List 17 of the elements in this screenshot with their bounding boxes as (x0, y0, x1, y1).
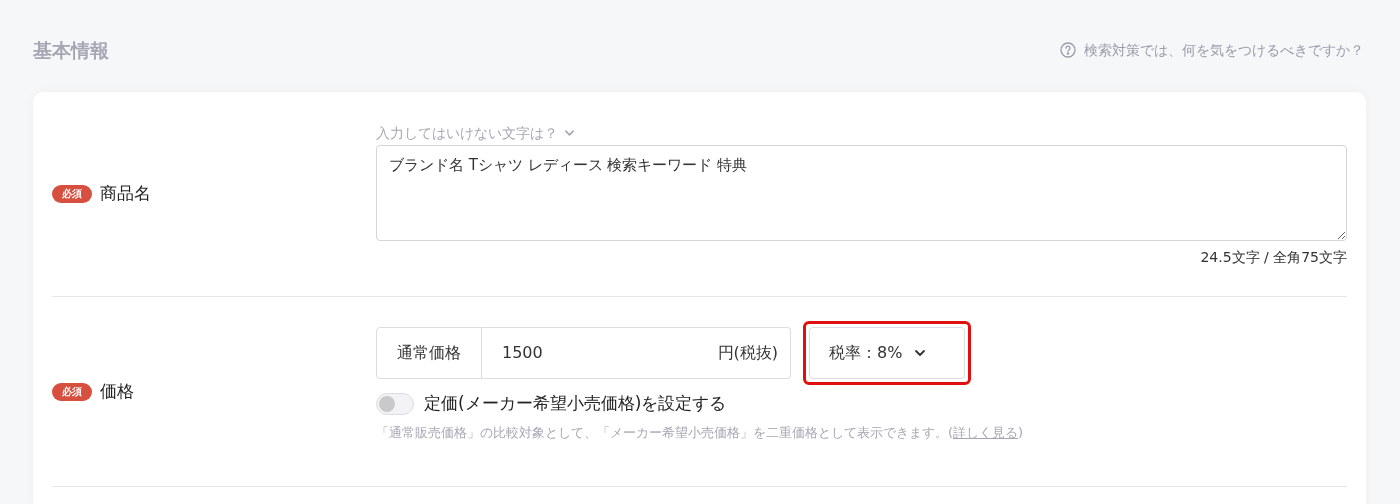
required-badge: 必須 (52, 185, 92, 203)
field-label: 価格 (100, 379, 134, 403)
section-title: 基本情報 (33, 37, 109, 63)
toggle-switch[interactable] (376, 392, 414, 415)
toggle-label: 定価(メーカー希望小売価格)を設定する (424, 392, 727, 415)
currency-unit: 円(税抜) (717, 342, 779, 364)
price-field[interactable]: 1500 円(税抜) (482, 327, 791, 379)
field-label: 商品名 (100, 182, 151, 206)
character-counter: 24.5文字 / 全角75文字 (1199, 248, 1347, 267)
product-name-field[interactable]: ブランド名 Tシャツ レディース 検索キーワード 特典 (376, 145, 1347, 241)
chevron-down-icon (914, 349, 927, 357)
chevron-down-icon (564, 129, 575, 137)
help-text: 「通常販売価格」の比較対象として、「メーカー希望小売価格」を二重価格として表示できます。(詳しく見る) (376, 423, 1025, 442)
required-badge: 必須 (52, 382, 92, 401)
tax-rate-dropdown[interactable]: 税率：8% (809, 327, 965, 379)
price-field-label: 通常価格 (376, 327, 482, 379)
question-circle-icon (1060, 42, 1076, 58)
